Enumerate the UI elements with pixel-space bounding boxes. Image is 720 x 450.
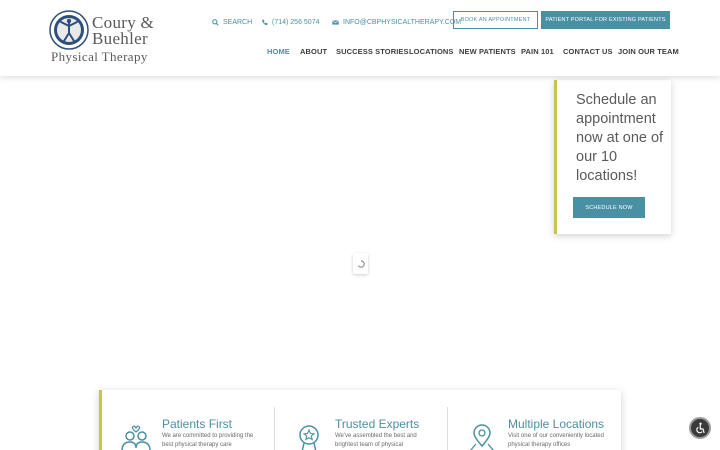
brand-logo[interactable]: Coury & Buehler Physical Therapy — [49, 10, 159, 64]
nav-pain-101[interactable]: PAIN 101 — [521, 47, 554, 57]
email-address: INFO@CBPHYSICALTHERAPY.COM — [343, 18, 462, 26]
nav-join-our-team[interactable]: JOIN OUR TEAM — [618, 47, 679, 57]
email-link[interactable]: INFO@CBPHYSICALTHERAPY.COM — [332, 16, 461, 28]
map-pin-icon — [470, 424, 494, 450]
patient-portal-button[interactable]: PATIENT PORTAL FOR EXISTING PATIENTS — [541, 11, 670, 29]
phone-number: (714) 256 5074 — [272, 18, 320, 26]
nav-new-patients[interactable]: NEW PATIENTS — [459, 47, 516, 57]
nav-about[interactable]: ABOUT — [300, 47, 327, 57]
feature-trusted-experts: Trusted Experts We've assembled the best… — [275, 390, 447, 450]
schedule-card: Schedule an appointment now at one of ou… — [554, 80, 671, 234]
accessibility-button[interactable] — [689, 417, 711, 439]
schedule-heading: Schedule an appointment now at one of ou… — [576, 92, 664, 184]
book-appointment-button[interactable]: BOOK AN APPOINTMENT — [453, 11, 538, 29]
logo-text-line3: Physical Therapy — [51, 49, 148, 64]
loading-spinner — [353, 253, 368, 274]
page: Coury & Buehler Physical Therapy SEARCH … — [0, 0, 720, 450]
search-label: SEARCH — [223, 18, 253, 26]
phone-link[interactable]: (714) 256 5074 — [261, 16, 319, 28]
nav-home[interactable]: HOME — [267, 47, 290, 57]
feature-description: We are committed to providing the best p… — [162, 433, 254, 448]
site-header: Coury & Buehler Physical Therapy SEARCH … — [0, 0, 720, 76]
phone-icon — [262, 19, 268, 25]
schedule-now-button[interactable]: SCHEDULE NOW — [573, 197, 645, 218]
search-link[interactable]: SEARCH — [212, 16, 252, 28]
award-icon — [299, 425, 319, 450]
logo-emblem-icon — [49, 10, 89, 50]
feature-title: Multiple Locations — [508, 417, 605, 431]
logo-text-line2: Buehler — [92, 29, 148, 48]
feature-patients-first: Patients First We are committed to provi… — [102, 390, 274, 450]
nav-locations[interactable]: LOCATIONS — [409, 47, 454, 57]
feature-title: Patients First — [162, 417, 233, 431]
feature-description: Visit one of our conveniently located ph… — [508, 433, 604, 448]
feature-title: Trusted Experts — [335, 417, 420, 431]
features-bar: Patients First We are committed to provi… — [99, 390, 621, 450]
feature-multiple-locations: Multiple Locations Visit one of our conv… — [448, 390, 622, 450]
accessibility-icon — [696, 422, 705, 434]
people-icon — [121, 425, 151, 450]
nav-contact-us[interactable]: CONTACT US — [563, 47, 613, 57]
feature-description: We've assembled the best and brightest t… — [335, 433, 417, 448]
spinner-icon — [357, 259, 365, 268]
search-icon — [212, 18, 219, 26]
nav-success-stories[interactable]: SUCCESS STORIES — [336, 47, 409, 57]
mail-icon — [332, 19, 339, 25]
